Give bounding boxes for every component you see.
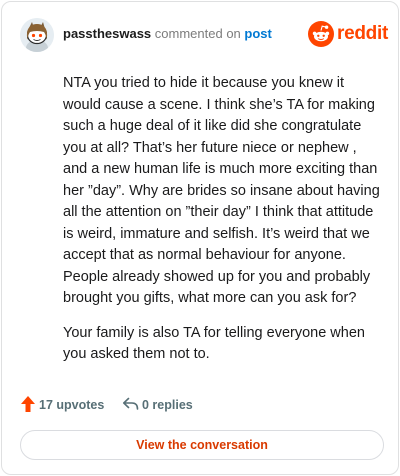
reddit-snoo-icon <box>308 21 334 47</box>
reddit-wordmark: reddit <box>337 23 388 44</box>
comment-actions: 17 upvotes 0 replies <box>20 393 320 417</box>
reddit-logo[interactable]: reddit <box>308 20 388 48</box>
snoo-avatar-icon[interactable] <box>20 18 54 52</box>
comment-body: NTA you tried to hide it because you kne… <box>63 73 381 379</box>
comment-header: passtheswass commented on post reddit <box>20 18 388 52</box>
commented-on-label: commented on <box>154 26 241 41</box>
upvote-count: 17 upvotes <box>39 398 105 412</box>
comment-meta: passtheswass commented on post <box>63 26 272 42</box>
comment-paragraph: NTA you tried to hide it because you kne… <box>63 75 380 306</box>
reply-arrow-icon <box>123 397 139 410</box>
username-link[interactable]: passtheswass <box>63 26 151 41</box>
view-conversation-button[interactable]: View the conversation <box>20 430 384 460</box>
post-link[interactable]: post <box>244 26 271 41</box>
reply-count: 0 replies <box>142 398 193 412</box>
comment-paragraph: Your family is also TA for telling every… <box>63 324 365 363</box>
upvote-arrow-icon <box>21 396 35 412</box>
comment-embed-card: passtheswass commented on post reddit NT… <box>1 1 399 475</box>
